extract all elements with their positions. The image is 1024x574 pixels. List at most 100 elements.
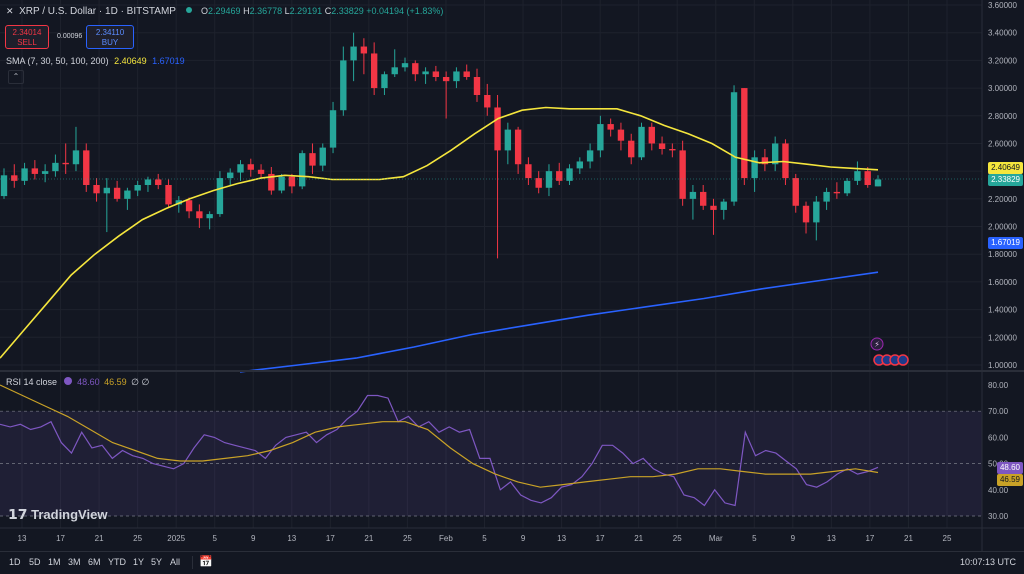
candle-body	[453, 71, 460, 82]
range-ytd-button[interactable]: YTD	[108, 557, 126, 567]
candle-body	[381, 74, 388, 89]
candle-body	[535, 178, 542, 188]
flag-events-icon[interactable]	[873, 354, 909, 366]
range-1y-button[interactable]: 1Y	[133, 557, 144, 567]
range-all-button[interactable]: All	[170, 557, 180, 567]
candle-body	[628, 140, 635, 158]
range-6m-button[interactable]: 6M	[88, 557, 101, 567]
price-tick-label: 1.60000	[988, 278, 1017, 287]
sma-slow-line	[239, 271, 879, 373]
price-tick-label: 2.80000	[988, 112, 1017, 121]
candle-body	[525, 164, 532, 179]
rsi-legend[interactable]: RSI 14 close 48.60 46.59 ∅ ∅	[6, 377, 149, 388]
price-tick-label: 3.40000	[988, 29, 1017, 38]
sma-legend-label[interactable]: SMA (7, 30, 50, 100, 200)	[6, 56, 109, 66]
time-tick-label: 25	[403, 534, 412, 543]
candle-body	[134, 185, 141, 191]
candle-body	[648, 126, 655, 144]
time-tick-label: 9	[521, 534, 526, 543]
price-tick-label: 1.00000	[988, 361, 1017, 370]
time-tick-label: 17	[56, 534, 65, 543]
sma-fast-price-tag: 2.40649	[988, 162, 1023, 174]
rsi-legend-value: 48.60	[77, 377, 100, 387]
clock-readout[interactable]: 10:07:13 UTC	[960, 557, 1016, 567]
spread-value: 0.00096	[57, 33, 83, 40]
time-tick-label: 17	[326, 534, 335, 543]
candle-body	[442, 77, 450, 82]
calendar-goto-icon[interactable]: 📅	[199, 555, 213, 568]
candle-body	[329, 110, 337, 148]
candle-body	[700, 191, 707, 206]
candle-body	[576, 161, 583, 169]
rsi-value-tag: 48.60	[996, 462, 1023, 474]
candle-body	[792, 178, 799, 206]
price-tick-label: 2.00000	[988, 223, 1017, 232]
collapse-legend-button[interactable]: ⌃	[8, 70, 24, 84]
lightning-glyph-icon: ⚡	[874, 340, 880, 349]
candle-body	[237, 164, 244, 173]
candle-body	[103, 187, 111, 194]
candle-body	[679, 150, 686, 199]
price-tick-label: 2.60000	[988, 139, 1017, 148]
price-tick-label: 3.20000	[988, 56, 1017, 65]
sma-legend[interactable]: SMA (7, 30, 50, 100, 200) 2.40649 1.6701…	[6, 56, 185, 66]
last-price-tag: 2.33829	[988, 174, 1023, 186]
rsi-legend-ma-value: 46.59	[104, 377, 127, 387]
candle-body	[155, 179, 162, 185]
range-5y-button[interactable]: 5Y	[151, 557, 162, 567]
candle-body	[813, 201, 820, 223]
rsi-legend-label[interactable]: RSI 14 close	[6, 377, 57, 387]
candle-body	[617, 129, 625, 141]
range-1m-button[interactable]: 1M	[48, 557, 61, 567]
range-1d-button[interactable]: 1D	[9, 557, 21, 567]
time-tick-label: Feb	[439, 534, 453, 543]
candle-body	[802, 205, 810, 223]
candle-body	[422, 71, 429, 75]
symbol-title[interactable]: XRP / U.S. Dollar · 1D · BITSTAMP	[19, 6, 176, 17]
price-tick-label: 1.80000	[988, 250, 1017, 259]
candle-body	[257, 169, 265, 174]
candle-body	[247, 164, 254, 170]
sell-button[interactable]: 2.34014 SELL	[5, 25, 49, 49]
time-tick-label: 2025	[167, 534, 185, 543]
range-5d-button[interactable]: 5D	[29, 557, 41, 567]
tradingview-logo-icon: 𝟭𝟳	[8, 506, 28, 522]
buy-price: 2.34110	[95, 28, 125, 37]
range-3m-button[interactable]: 3M	[68, 557, 81, 567]
close-icon[interactable]: ✕	[6, 6, 14, 16]
candle-body	[597, 124, 604, 151]
candle-body	[340, 60, 347, 111]
sell-label: SELL	[17, 38, 37, 47]
candle-body	[504, 129, 512, 151]
candle-body	[319, 147, 326, 166]
candle-body	[299, 153, 306, 187]
symbol-header[interactable]: ✕ XRP / U.S. Dollar · 1D · BITSTAMP O2.2…	[6, 6, 443, 17]
time-tick-label: 13	[18, 534, 27, 543]
time-tick-label: 5	[212, 534, 217, 543]
candle-body	[556, 171, 563, 181]
candle-body	[730, 92, 738, 202]
time-tick-label: 13	[557, 534, 566, 543]
candle-body	[463, 71, 470, 77]
rsi-legend-extra: ∅ ∅	[131, 377, 150, 387]
rsi-tick-label: 40.00	[988, 486, 1009, 495]
candle-body	[185, 200, 193, 212]
tradingview-logo[interactable]: 𝟭𝟳 TradingView	[8, 506, 107, 523]
sma-slow-price-tag: 1.67019	[988, 237, 1023, 249]
time-tick-label: 25	[673, 534, 682, 543]
candle-body	[669, 149, 676, 151]
buy-button[interactable]: 2.34110 BUY	[86, 25, 134, 49]
tradingview-logo-text: TradingView	[31, 507, 108, 522]
candle-body	[874, 179, 882, 187]
candle-body	[412, 63, 419, 75]
price-tick-label: 1.20000	[988, 333, 1017, 342]
candle-body	[720, 201, 727, 210]
chart-canvas[interactable]: 3.60000 3.40000 3.20000 3.00000 2.80000 2.600…	[0, 0, 1024, 573]
rsi-settings-icon[interactable]	[63, 377, 72, 385]
candle-body	[124, 190, 131, 199]
candle-body	[545, 171, 553, 188]
time-tick-label: 9	[791, 534, 796, 543]
ohlc-open-label: O	[200, 6, 208, 16]
candle-body	[93, 185, 100, 194]
candle-body	[52, 162, 59, 172]
